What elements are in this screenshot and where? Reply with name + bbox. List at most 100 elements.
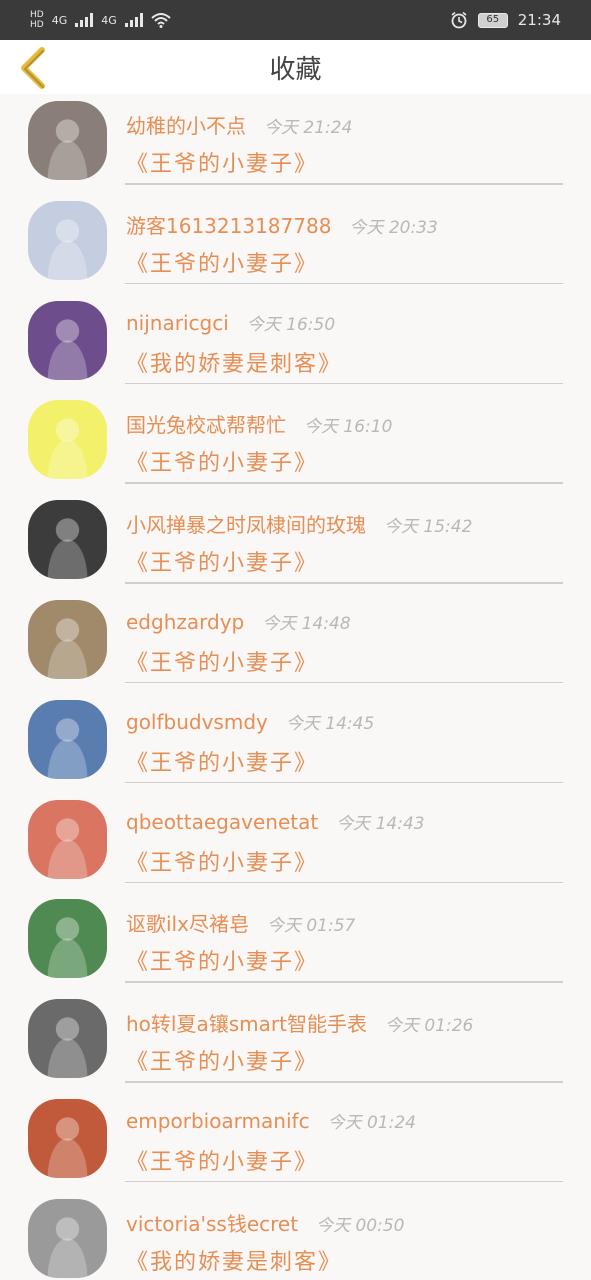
timestamp: 今天 01:26 bbox=[384, 1016, 474, 1037]
app-header: 收藏 bbox=[0, 40, 591, 94]
signal-1-icon bbox=[75, 13, 94, 27]
clock: 21:34 bbox=[517, 11, 561, 29]
user-avatar[interactable] bbox=[28, 599, 107, 679]
status-right: 65 21:34 bbox=[450, 11, 561, 29]
user-name[interactable]: 游客1613213187788 bbox=[126, 210, 331, 239]
favorite-item[interactable]: 国光兔校忒帮帮忙 今天 16:10 《王爷的小妻子》 bbox=[0, 393, 591, 493]
name-line: 讴歌ilx尽褚皂 今天 01:57 bbox=[126, 908, 571, 937]
timestamp: 今天 15:42 bbox=[384, 517, 473, 538]
row-divider bbox=[125, 1180, 563, 1183]
name-line: nijnaricgci 今天 16:50 bbox=[126, 310, 571, 335]
user-avatar[interactable] bbox=[28, 200, 107, 280]
name-line: qbeottaegavenetat 今天 14:43 bbox=[126, 809, 571, 834]
book-title-link[interactable]: 《王爷的小妻子》 bbox=[126, 745, 318, 777]
row-divider bbox=[125, 482, 563, 484]
name-line: 国光兔校忒帮帮忙 今天 16:10 bbox=[126, 409, 571, 438]
row-divider bbox=[125, 1081, 563, 1083]
status-left: HD HD 4G 4G bbox=[30, 9, 171, 30]
favorite-item[interactable]: nijnaricgci 今天 16:50 《我的娇妻是刺客》 bbox=[0, 294, 591, 394]
user-name[interactable]: victoria'ss钱ecret bbox=[126, 1208, 298, 1237]
network-1-label: 4G bbox=[51, 13, 68, 27]
chevron-left-icon bbox=[21, 47, 45, 89]
user-name[interactable]: 幼稚的小不点 bbox=[126, 110, 246, 139]
timestamp: 今天 16:50 bbox=[246, 314, 336, 335]
timestamp: 今天 14:45 bbox=[285, 713, 375, 734]
favorite-item[interactable]: qbeottaegavenetat 今天 14:43 《王爷的小妻子》 bbox=[0, 793, 591, 893]
name-line: victoria'ss钱ecret 今天 00:50 bbox=[126, 1208, 571, 1237]
name-line: 游客1613213187788 今天 20:33 bbox=[126, 210, 571, 239]
timestamp: 今天 14:43 bbox=[336, 813, 425, 834]
favorite-item[interactable]: 游客1613213187788 今天 20:33 《王爷的小妻子》 bbox=[0, 194, 591, 294]
favorite-item[interactable]: ho转l夏a镶smart智能手表 今天 01:26 《王爷的小妻子》 bbox=[0, 992, 591, 1092]
book-title-link[interactable]: 《王爷的小妻子》 bbox=[126, 445, 318, 477]
book-title-link[interactable]: 《王爷的小妻子》 bbox=[126, 146, 318, 178]
book-title-link[interactable]: 《王爷的小妻子》 bbox=[126, 845, 318, 877]
row-divider bbox=[125, 881, 563, 884]
book-title-link[interactable]: 《王爷的小妻子》 bbox=[126, 645, 318, 677]
user-name[interactable]: qbeottaegavenetat bbox=[126, 810, 318, 834]
favorites-list: 幼稚的小不点 今天 21:24 《王爷的小妻子》 游客1613213187788 今天 … bbox=[0, 94, 591, 1280]
row-divider bbox=[125, 282, 563, 285]
user-avatar[interactable] bbox=[28, 101, 107, 180]
favorite-item[interactable]: golfbudvsmdy 今天 14:45 《王爷的小妻子》 bbox=[0, 693, 591, 793]
favorite-item[interactable]: edghzardyp 今天 14:48 《王爷的小妻子》 bbox=[0, 593, 591, 693]
timestamp: 今天 14:48 bbox=[262, 613, 351, 634]
favorite-item[interactable]: victoria'ss钱ecret 今天 00:50 《我的娇妻是刺客》 bbox=[0, 1192, 591, 1280]
user-avatar[interactable] bbox=[28, 500, 107, 580]
user-avatar[interactable] bbox=[28, 699, 107, 779]
sim2-label: HD bbox=[30, 19, 44, 30]
book-title-link[interactable]: 《王爷的小妻子》 bbox=[126, 246, 318, 278]
favorite-item[interactable]: 幼稚的小不点 今天 21:24 《王爷的小妻子》 bbox=[0, 94, 591, 194]
sim-indicators: HD HD bbox=[30, 9, 44, 30]
user-avatar[interactable] bbox=[28, 1098, 107, 1178]
name-line: ho转l夏a镶smart智能手表 今天 01:26 bbox=[126, 1008, 571, 1037]
user-avatar[interactable] bbox=[28, 400, 107, 480]
signal-2-icon bbox=[124, 13, 143, 27]
user-avatar[interactable] bbox=[28, 899, 107, 979]
row-divider bbox=[125, 981, 563, 983]
row-divider bbox=[125, 781, 563, 784]
user-name[interactable]: emporbioarmanifc bbox=[126, 1109, 310, 1133]
wifi-icon bbox=[151, 13, 171, 28]
timestamp: 今天 01:57 bbox=[266, 916, 356, 937]
book-title-link[interactable]: 《我的娇妻是刺客》 bbox=[126, 346, 342, 378]
alarm-icon bbox=[451, 11, 467, 29]
user-name[interactable]: 国光兔校忒帮帮忙 bbox=[126, 409, 286, 438]
status-bar: HD HD 4G 4G 65 21:34 bbox=[0, 0, 591, 40]
timestamp: 今天 21:24 bbox=[264, 118, 353, 138]
name-line: emporbioarmanifc 今天 01:24 bbox=[126, 1108, 571, 1133]
row-divider bbox=[125, 582, 563, 584]
user-name[interactable]: 小风掸暴之时凤棣间的玫瑰 bbox=[126, 509, 366, 538]
favorite-item[interactable]: 小风掸暴之时凤棣间的玫瑰 今天 15:42 《王爷的小妻子》 bbox=[0, 493, 591, 593]
name-line: 幼稚的小不点 今天 21:24 bbox=[126, 110, 571, 139]
user-name[interactable]: nijnaricgci bbox=[126, 311, 229, 335]
book-title-link[interactable]: 《王爷的小妻子》 bbox=[126, 944, 318, 976]
favorite-item[interactable]: 讴歌ilx尽褚皂 今天 01:57 《王爷的小妻子》 bbox=[0, 892, 591, 992]
row-divider bbox=[125, 382, 563, 385]
name-line: 小风掸暴之时凤棣间的玫瑰 今天 15:42 bbox=[126, 509, 571, 538]
row-divider bbox=[125, 681, 563, 684]
user-name[interactable]: edghzardyp bbox=[126, 610, 244, 634]
book-title-link[interactable]: 《王爷的小妻子》 bbox=[126, 1044, 318, 1076]
user-avatar[interactable] bbox=[28, 1198, 107, 1278]
user-avatar[interactable] bbox=[28, 799, 107, 879]
user-name[interactable]: 讴歌ilx尽褚皂 bbox=[126, 908, 249, 937]
user-avatar[interactable] bbox=[28, 300, 107, 380]
battery-icon: 65 bbox=[477, 12, 508, 28]
book-title-link[interactable]: 《我的娇妻是刺客》 bbox=[126, 1244, 342, 1276]
user-name[interactable]: golfbudvsmdy bbox=[126, 710, 268, 734]
name-line: edghzardyp 今天 14:48 bbox=[126, 609, 571, 634]
favorite-item[interactable]: emporbioarmanifc 今天 01:24 《王爷的小妻子》 bbox=[0, 1092, 591, 1192]
book-title-link[interactable]: 《王爷的小妻子》 bbox=[126, 545, 318, 577]
book-title-link[interactable]: 《王爷的小妻子》 bbox=[126, 1144, 318, 1176]
timestamp: 今天 01:24 bbox=[327, 1112, 416, 1133]
sim1-label: HD bbox=[30, 9, 44, 20]
name-line: golfbudvsmdy 今天 14:45 bbox=[126, 709, 571, 734]
timestamp: 今天 20:33 bbox=[349, 217, 438, 238]
user-name[interactable]: ho转l夏a镶smart智能手表 bbox=[126, 1008, 367, 1037]
timestamp: 今天 00:50 bbox=[316, 1215, 405, 1236]
network-2-label: 4G bbox=[101, 13, 117, 27]
back-button[interactable] bbox=[14, 46, 54, 90]
timestamp: 今天 16:10 bbox=[304, 417, 393, 438]
user-avatar[interactable] bbox=[28, 999, 107, 1079]
